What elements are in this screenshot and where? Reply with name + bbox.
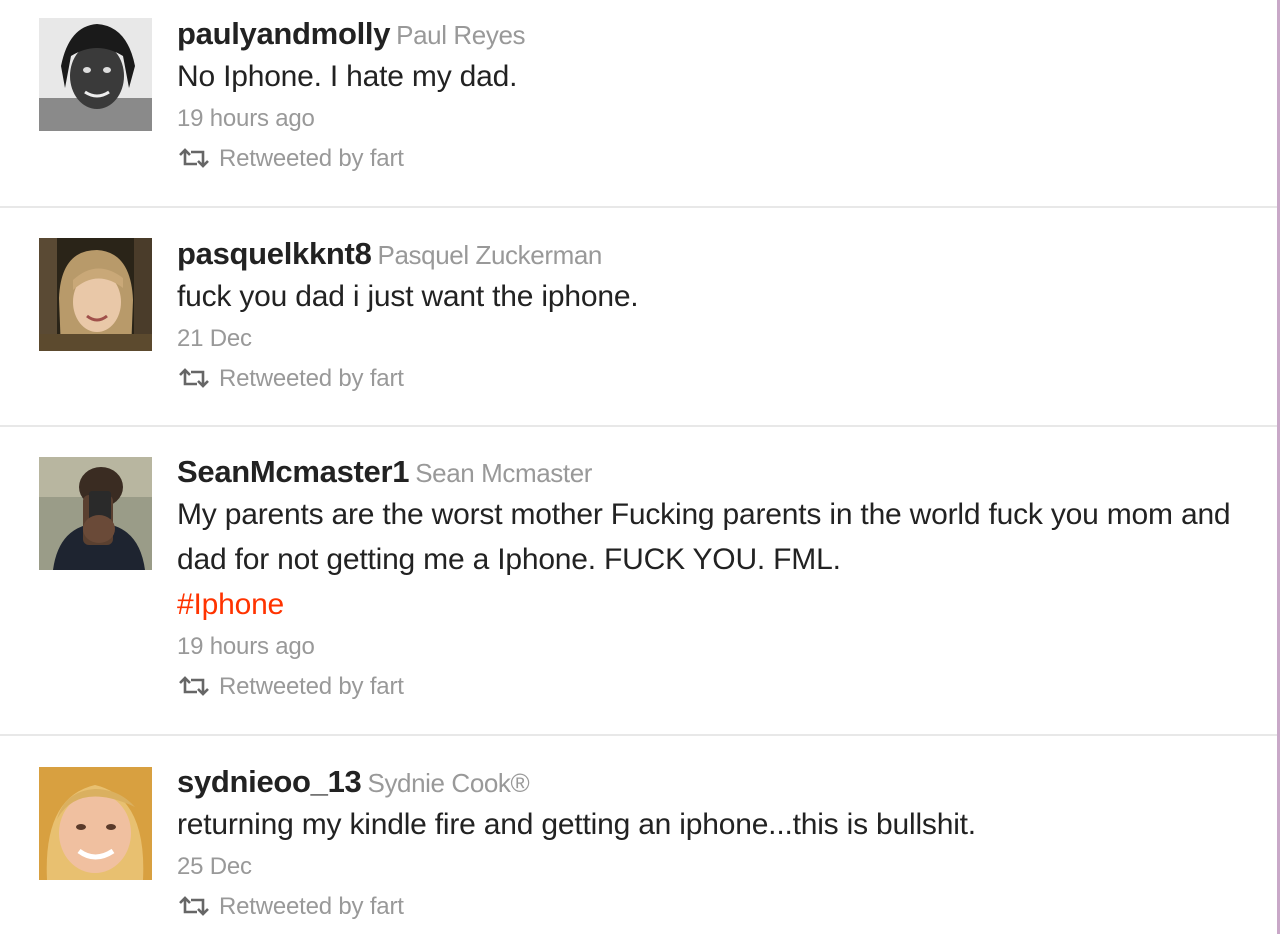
retweet-icon [179,896,209,916]
tweet-text-body: returning my kindle fire and getting an … [177,808,976,841]
retweeted-by-label: Retweeted by fart [219,673,404,700]
full-name: Pasquel Zuckerman [377,240,603,270]
avatar[interactable] [39,238,152,351]
retweeted-by-line: Retweeted by fart [177,667,1237,707]
avatar[interactable] [39,18,152,131]
screen-name[interactable]: paulyandmolly [177,16,390,51]
screen-name[interactable]: sydnieoo_13 [177,764,362,799]
retweet-icon [179,368,209,388]
avatar[interactable] [39,457,152,570]
screen-name[interactable]: SeanMcmaster1 [177,454,409,489]
tweet-text-body: fuck you dad i just want the iphone. [177,280,639,313]
retweeted-by-label: Retweeted by fart [219,145,404,172]
retweeted-by-line: Retweeted by fart [177,139,1237,179]
full-name: Sean Mcmaster [415,458,593,488]
retweeted-by-label: Retweeted by fart [219,893,404,920]
timestamp-link[interactable]: 21 Dec [177,319,1237,359]
tweet-item[interactable]: sydnieoo_13 Sydnie Cook® returning my kin… [0,734,1277,934]
retweeted-by-line: Retweeted by fart [177,887,1237,927]
tweet-text: fuck you dad i just want the iphone. [177,274,1237,319]
full-name: Paul Reyes [396,20,526,50]
hashtag-link[interactable]: #Iphone [177,588,284,621]
retweeted-by-label: Retweeted by fart [219,365,404,392]
tweet-item[interactable]: paulyandmolly Paul Reyes No Iphone. I hat… [0,0,1277,208]
tweet-text-body: No Iphone. I hate my dad. [177,60,518,93]
timestamp-link[interactable]: 25 Dec [177,847,1237,887]
tweet-text: returning my kindle fire and getting an … [177,802,1237,847]
full-name: Sydnie Cook® [367,768,530,798]
tweet-text: No Iphone. I hate my dad. [177,54,1237,99]
tweet-item[interactable]: pasquelkknt8 Pasquel Zuckerman fuck you d… [0,206,1277,427]
timestamp-link[interactable]: 19 hours ago [177,99,1237,139]
retweet-icon [179,676,209,696]
tweet-item[interactable]: SeanMcmaster1 Sean Mcmaster My parents ar… [0,425,1277,736]
screen-name[interactable]: pasquelkknt8 [177,236,372,271]
retweet-icon [179,148,209,168]
tweet-text: My parents are the worst mother Fucking … [177,492,1237,627]
tweet-text-body: My parents are the worst mother Fucking … [177,498,1231,576]
timestamp-link[interactable]: 19 hours ago [177,627,1237,667]
retweeted-by-line: Retweeted by fart [177,359,1237,399]
avatar[interactable] [39,767,152,880]
